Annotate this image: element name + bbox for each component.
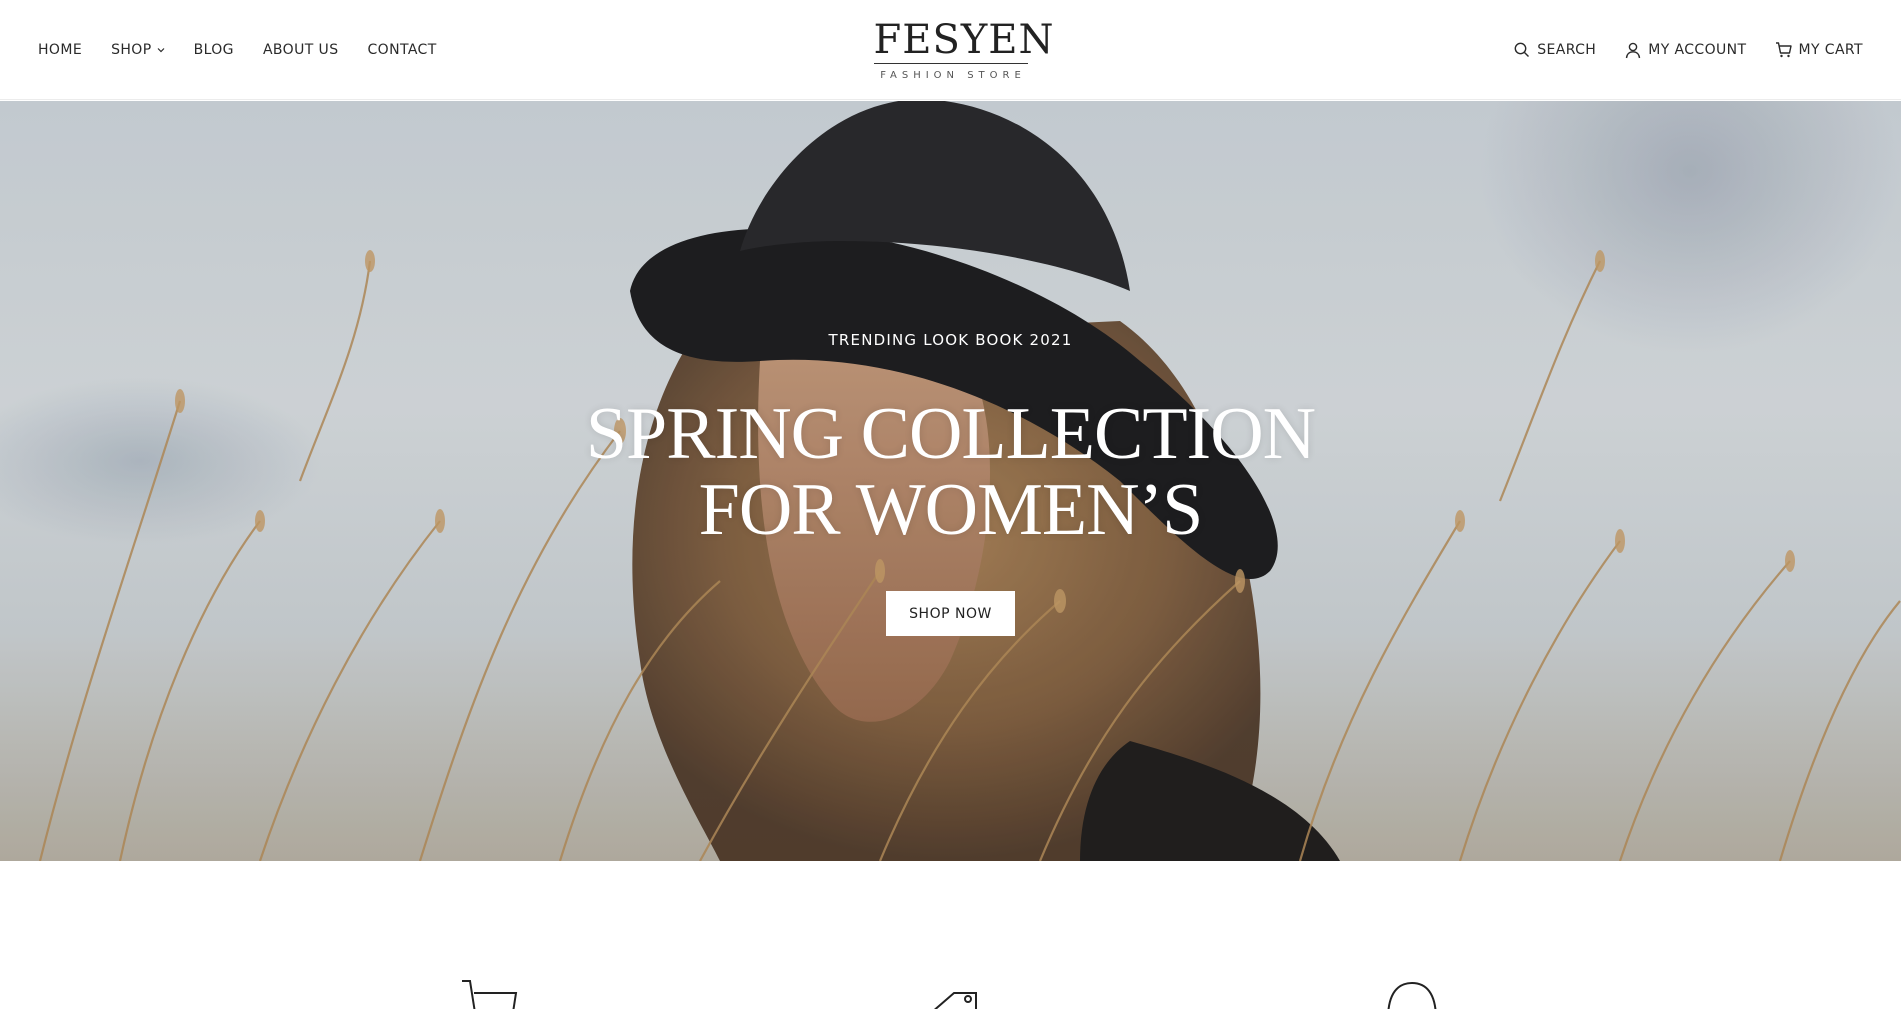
- my-cart-label: MY CART: [1798, 41, 1863, 58]
- site-logo[interactable]: FESYEN FASHION STORE: [851, 17, 1055, 81]
- hero-title-line-1: SPRING COLLECTION: [585, 393, 1316, 475]
- my-cart-link[interactable]: MY CART: [1775, 41, 1864, 59]
- hero-content: TRENDING LOOK BOOK 2021 SPRING COLLECTIO…: [0, 101, 1901, 861]
- site-header: HOME SHOP BLOG ABOUT US CONTACT FESYEN F…: [0, 0, 1901, 100]
- main-nav: HOME SHOP BLOG ABOUT US CONTACT: [38, 42, 437, 58]
- hero-title-line-2: FOR WOMEN’S: [698, 469, 1204, 551]
- chevron-down-icon: [157, 47, 164, 52]
- tag-icon: [934, 992, 977, 1009]
- my-account-label: MY ACCOUNT: [1648, 41, 1747, 58]
- hero-eyebrow: TRENDING LOOK BOOK 2021: [828, 331, 1073, 349]
- user-icon: [1626, 42, 1641, 58]
- search-button[interactable]: SEARCH: [1513, 41, 1596, 59]
- nav-about-us[interactable]: ABOUT US: [263, 42, 339, 58]
- logo-tagline: FASHION STORE: [880, 70, 1026, 81]
- utility-nav: SEARCH MY ACCOUNT MY CART: [1513, 41, 1863, 59]
- nav-shop-label: SHOP: [111, 41, 152, 58]
- nav-contact[interactable]: CONTACT: [367, 42, 436, 58]
- shop-now-button[interactable]: SHOP NOW: [886, 591, 1015, 636]
- nav-blog[interactable]: BLOG: [194, 42, 234, 58]
- search-label: SEARCH: [1537, 41, 1597, 58]
- features-section: [0, 861, 1901, 1009]
- hero-banner: TRENDING LOOK BOOK 2021 SPRING COLLECTIO…: [0, 101, 1901, 861]
- cart-icon: [462, 980, 518, 1009]
- cart-icon: [1775, 41, 1792, 57]
- hero-title: SPRING COLLECTION FOR WOMEN’S: [0, 396, 1901, 548]
- logo-wordmark: FESYEN: [873, 17, 1055, 64]
- search-icon: [1514, 42, 1530, 57]
- nav-home[interactable]: HOME: [38, 42, 82, 58]
- my-account-link[interactable]: MY ACCOUNT: [1624, 41, 1746, 59]
- nav-shop[interactable]: SHOP: [111, 42, 164, 58]
- support-icon: [1387, 981, 1437, 1009]
